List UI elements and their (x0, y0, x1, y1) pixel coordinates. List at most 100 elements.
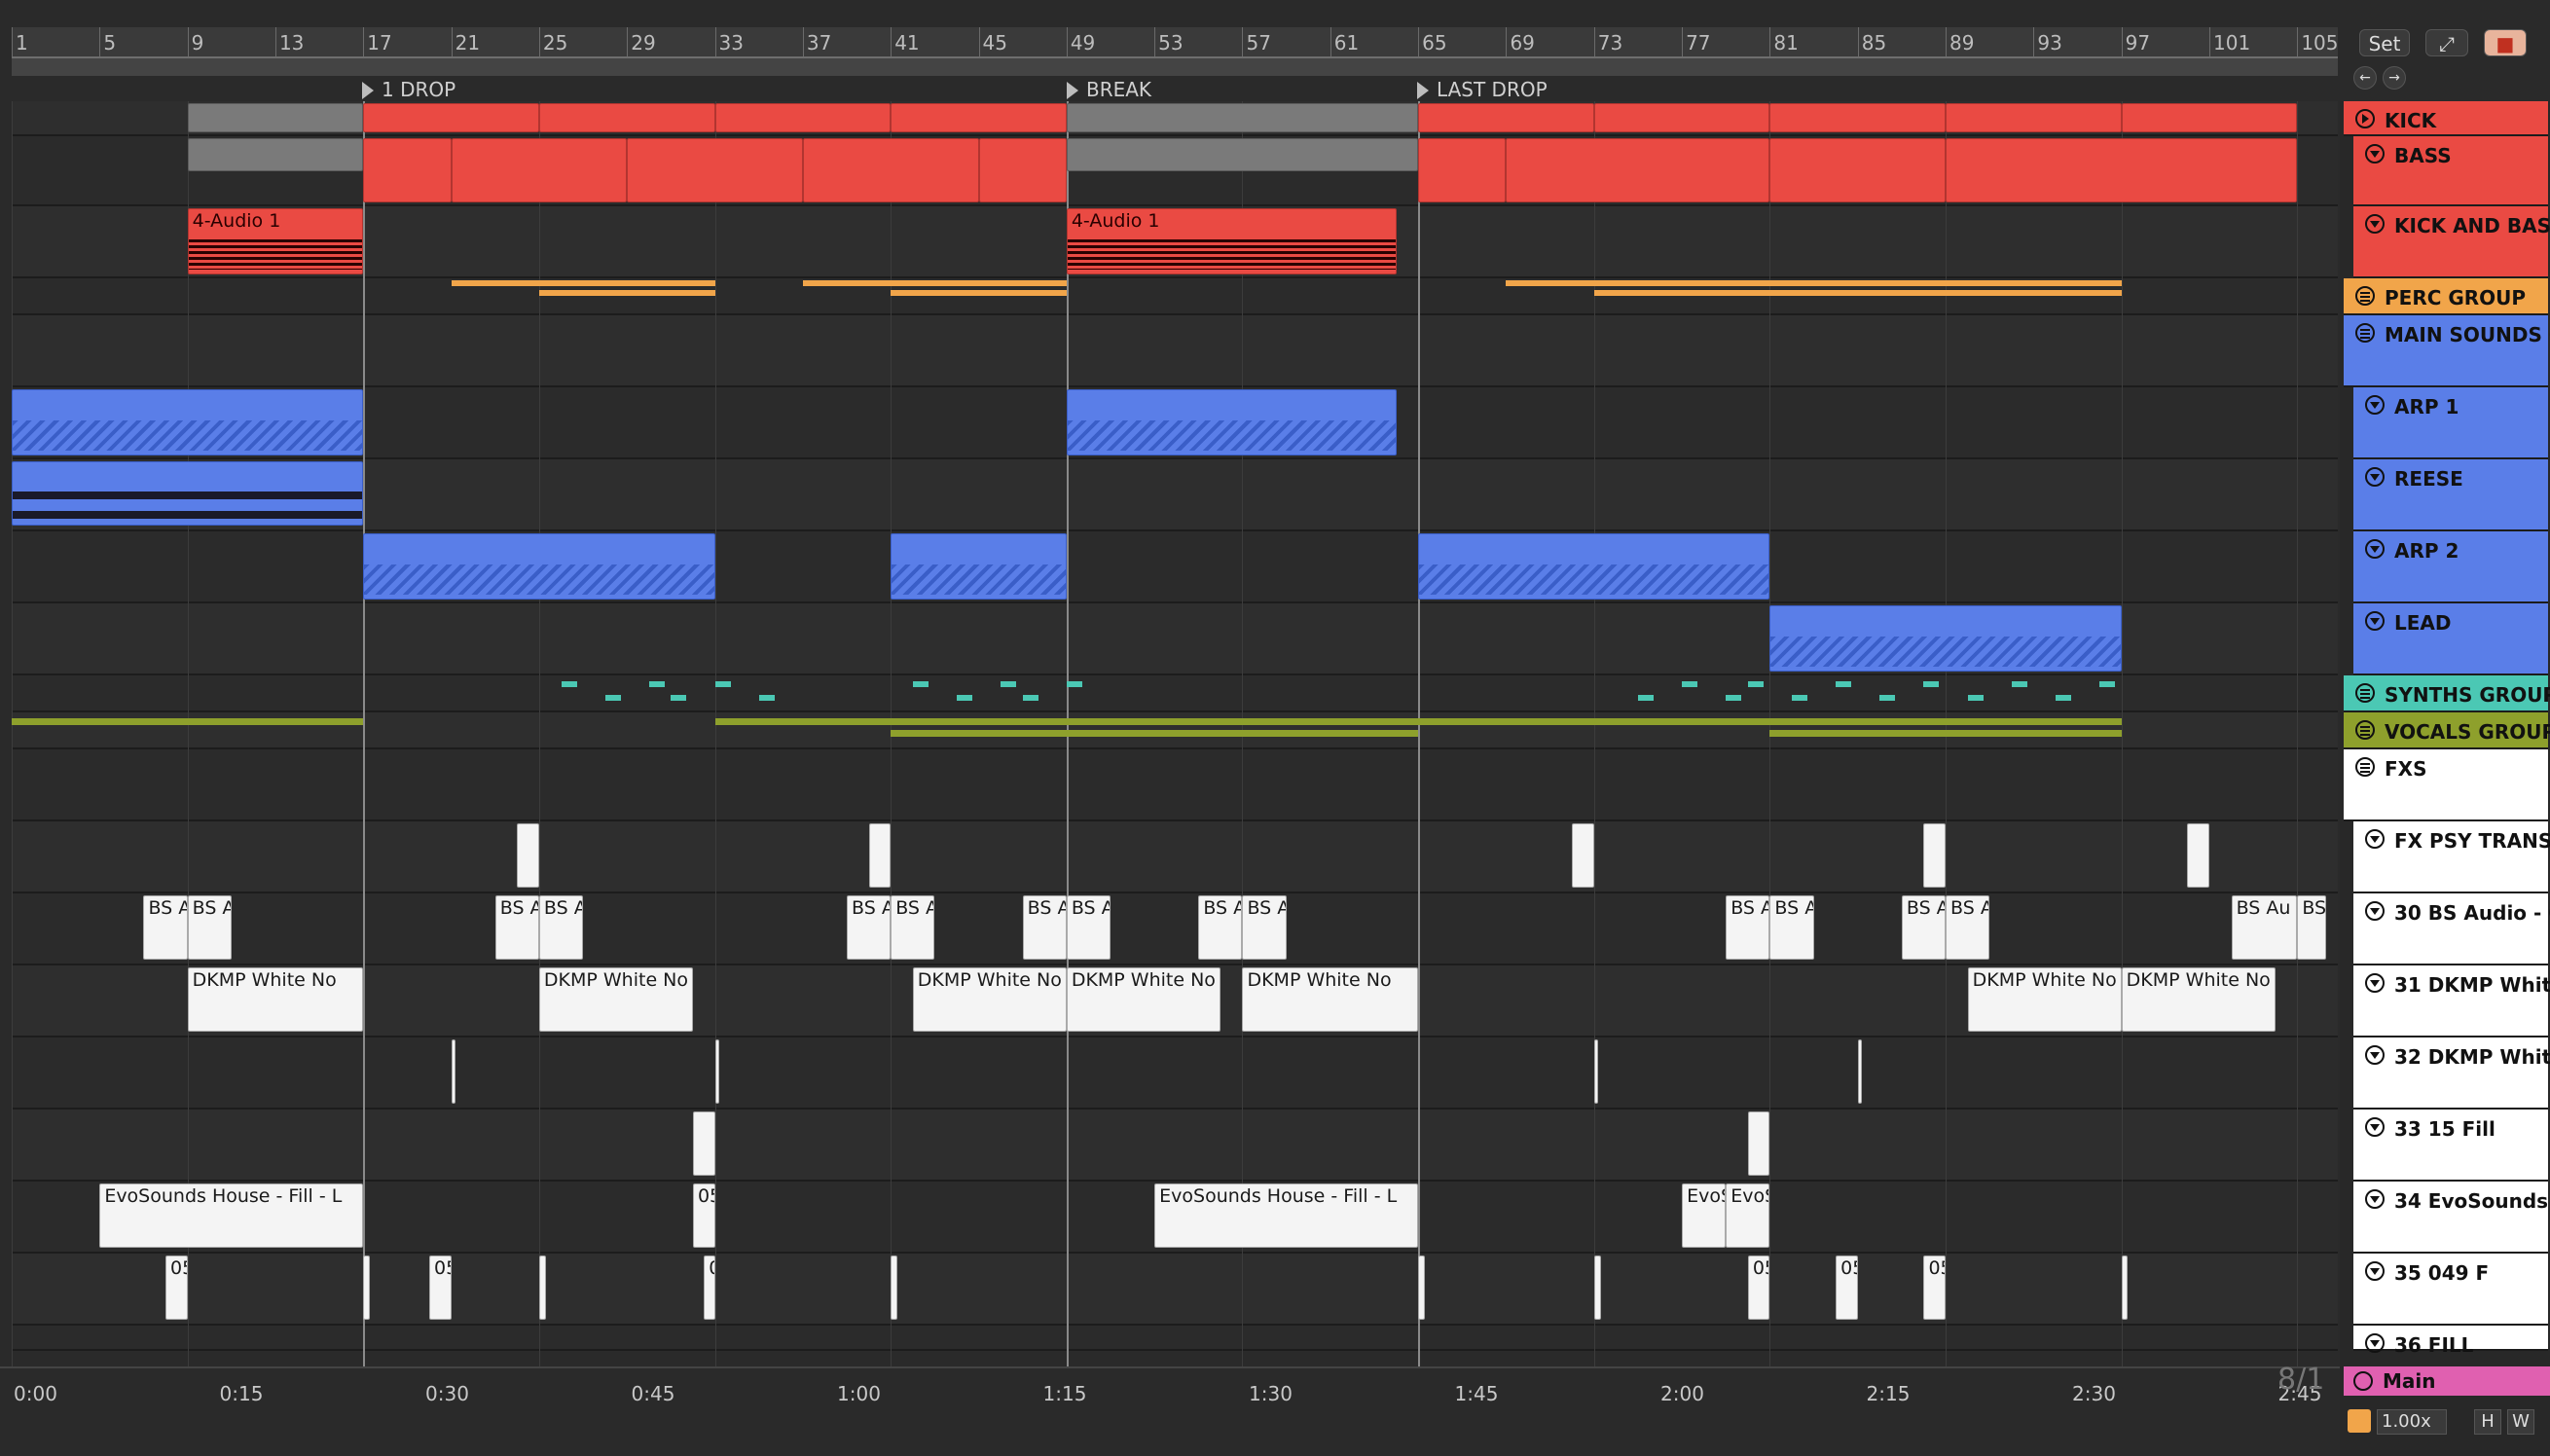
kick-clip[interactable] (1946, 103, 2122, 132)
fx-clip[interactable] (1572, 823, 1594, 888)
lead-clip[interactable] (1769, 605, 2122, 672)
bass-clip[interactable] (187, 138, 364, 171)
bs-audio-clip[interactable]: BS A (1242, 895, 1287, 960)
fx-clip[interactable] (1923, 823, 1947, 888)
kick-clip[interactable] (891, 103, 1067, 132)
dkmp-clip[interactable]: DKMP White No (538, 967, 693, 1032)
bass-clip[interactable] (978, 138, 1067, 202)
bs-audio-clip[interactable]: BS A (143, 895, 188, 960)
play-icon[interactable] (2355, 109, 2375, 128)
perc-clip[interactable] (1946, 280, 2122, 286)
perc-clip[interactable] (538, 290, 715, 296)
reese-clip[interactable] (12, 461, 364, 526)
track-header[interactable]: SYNTHS GROUP (2344, 675, 2550, 712)
track-lane[interactable] (12, 821, 2338, 893)
vocal-clip[interactable] (1066, 718, 1419, 725)
bs-audio-clip[interactable]: BS A (494, 895, 539, 960)
track-header[interactable]: KICK AND BASS (2353, 206, 2550, 278)
fill-clip[interactable] (1747, 1111, 1770, 1176)
bs-audio-clip[interactable]: BS A (1901, 895, 1947, 960)
bar-ruler[interactable]: 1 5 9 13 17 21 25 29 33 37 41 45 49 53 57 61 65 69 73 77 81 8… (12, 27, 2339, 57)
track-lane[interactable] (12, 1326, 2338, 1351)
bass-clip[interactable] (1769, 138, 1947, 202)
track-header[interactable]: FXS (2344, 749, 2548, 821)
track-header[interactable]: 36 FILL (2353, 1326, 2548, 1357)
fill-049-clip[interactable] (538, 1256, 546, 1320)
w-button[interactable]: W (2507, 1409, 2534, 1435)
bass-clip[interactable] (1946, 138, 2298, 202)
track-header[interactable]: REESE (2353, 459, 2548, 531)
track-header[interactable]: 34 EvoSounds (2353, 1182, 2548, 1254)
dkmp-clip[interactable]: DKMP White No (1242, 967, 1419, 1032)
fold-icon[interactable] (2365, 467, 2385, 487)
track-lane[interactable] (12, 675, 2338, 712)
perc-clip[interactable] (1946, 290, 2122, 296)
perc-clip[interactable] (1593, 280, 1770, 286)
kick-clip[interactable] (538, 103, 715, 132)
fold-icon[interactable] (2365, 1261, 2385, 1281)
track-header[interactable]: VOCALS GROUP (2344, 712, 2550, 749)
evo-clip[interactable]: EvoSounds House - Fill - L (99, 1183, 364, 1248)
track-lane[interactable] (12, 1037, 2338, 1110)
perc-clip[interactable] (1769, 280, 1947, 286)
track-header[interactable]: FX PSY TRANSI (2353, 821, 2550, 893)
fill-049-clip[interactable]: 05 (1836, 1256, 1858, 1320)
next-locator-icon[interactable]: → (2383, 66, 2406, 90)
vocal-clip[interactable] (714, 718, 1067, 725)
kick-clip[interactable] (714, 103, 892, 132)
kick-clip[interactable] (363, 103, 539, 132)
fx-clip[interactable] (868, 823, 892, 888)
group-icon[interactable] (2355, 323, 2375, 343)
track-header[interactable]: 31 DKMP White (2353, 965, 2550, 1037)
fold-icon[interactable] (2365, 144, 2385, 164)
evo-clip[interactable]: EvoS (1726, 1183, 1770, 1248)
perc-clip[interactable] (802, 280, 892, 286)
group-icon[interactable] (2355, 720, 2375, 740)
kick-clip[interactable] (187, 103, 364, 132)
perc-clip[interactable] (1769, 290, 1947, 296)
bs-audio-clip[interactable]: BS A (187, 895, 232, 960)
fill-049-clip[interactable]: 05 (1923, 1256, 1947, 1320)
fold-icon[interactable] (2365, 901, 2385, 921)
group-icon[interactable] (2355, 286, 2375, 306)
fill-049-clip[interactable] (1593, 1256, 1601, 1320)
dkmp-clip[interactable]: DKMP White No (1967, 967, 2122, 1032)
bs-audio-clip[interactable]: BS A (2297, 895, 2326, 960)
track-header[interactable]: LEAD (2353, 603, 2548, 675)
dkmp-clip[interactable]: DKMP White No (1066, 967, 1220, 1032)
track-lane[interactable] (12, 749, 2338, 821)
fx-clip[interactable] (517, 823, 539, 888)
fold-icon[interactable] (2365, 829, 2385, 849)
h-button[interactable]: H (2474, 1409, 2501, 1435)
audio-clip[interactable]: 4-Audio 1 (187, 208, 364, 274)
arp2-clip[interactable] (891, 533, 1067, 600)
track-header[interactable]: 32 DKMP White (2353, 1037, 2550, 1110)
bass-clip[interactable] (1418, 138, 1507, 202)
perc-clip[interactable] (1506, 280, 1594, 286)
track-lane[interactable] (12, 1254, 2338, 1326)
kick-clip[interactable] (1769, 103, 1947, 132)
track-lane[interactable] (12, 531, 2338, 603)
bs-audio-clip[interactable]: BS A (891, 895, 935, 960)
bass-clip[interactable] (802, 138, 979, 202)
arrangement-lanes[interactable]: 4-Audio 1 4-Audio 1 BS A BS A BS A BS A BS A BS… (12, 101, 2338, 1366)
fill-049-clip[interactable]: 05 (165, 1256, 188, 1320)
track-header[interactable]: KICK (2344, 101, 2548, 136)
track-header[interactable]: MAIN SOUNDS G (2344, 315, 2550, 387)
vocal-clip[interactable] (12, 718, 364, 725)
fill-049-clip[interactable] (2121, 1256, 2129, 1320)
track-header[interactable]: 35 049 F (2353, 1254, 2548, 1326)
perc-clip[interactable] (891, 290, 1067, 296)
bs-audio-clip[interactable]: BS A (1946, 895, 1990, 960)
fx-clip[interactable] (2187, 823, 2209, 888)
track-header[interactable]: 30 BS Audio - C (2353, 893, 2550, 965)
arp1-clip[interactable] (1066, 389, 1397, 455)
locator-last-drop[interactable]: LAST DROP (1417, 78, 1548, 101)
bs-audio-clip[interactable]: BS A (1726, 895, 1770, 960)
audio-clip[interactable]: 4-Audio 1 (1066, 208, 1397, 274)
vocal-clip[interactable] (891, 730, 1067, 737)
fold-icon[interactable] (2365, 1333, 2385, 1353)
group-icon[interactable] (2355, 757, 2375, 777)
fill-049-clip[interactable] (363, 1256, 371, 1320)
fold-icon[interactable] (2365, 1189, 2385, 1209)
